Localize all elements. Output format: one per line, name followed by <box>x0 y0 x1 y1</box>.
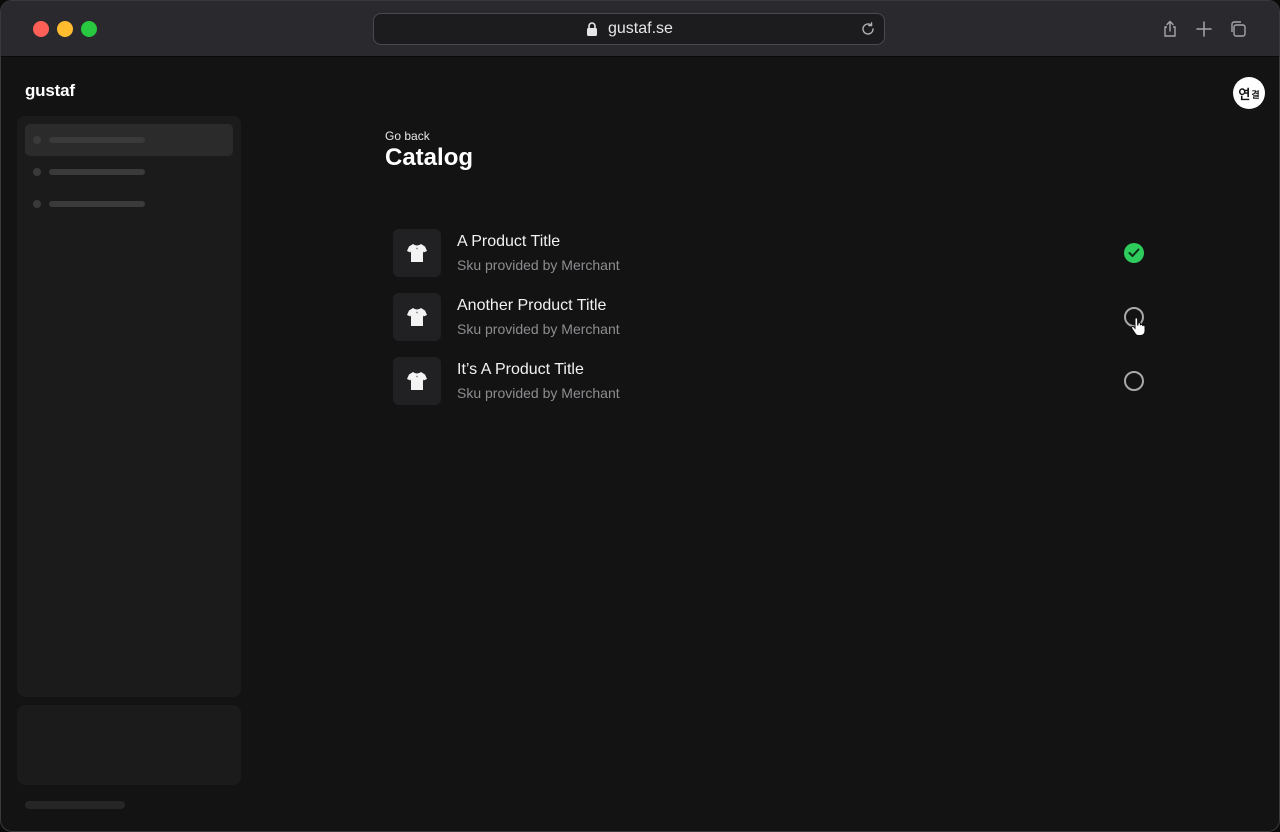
product-title: Another Product Title <box>457 297 607 314</box>
product-row[interactable]: It’s A Product Title Sku provided by Mer… <box>393 357 1153 405</box>
product-row[interactable]: A Product Title Sku provided by Merchant <box>393 229 1153 277</box>
tshirt-icon <box>407 244 427 262</box>
product-select-checkbox[interactable] <box>1124 371 1144 391</box>
product-thumbnail <box>393 229 441 277</box>
sidebar-item-skeleton-label <box>49 137 145 143</box>
product-sku: Sku provided by Merchant <box>457 257 620 273</box>
product-row[interactable]: Another Product Title Sku provided by Me… <box>393 293 1153 341</box>
url-text: gustaf.se <box>608 20 673 37</box>
sidebar <box>17 116 241 697</box>
sidebar-item-skeleton-label <box>49 201 145 207</box>
sidebar-bottom-skeleton <box>25 801 125 809</box>
avatar-text-small: 결 <box>1251 91 1260 101</box>
sidebar-item-placeholder[interactable] <box>25 156 233 188</box>
sidebar-item-placeholder[interactable] <box>25 124 233 156</box>
lock-icon <box>587 22 597 36</box>
sidebar-item-dot <box>33 168 41 176</box>
avatar[interactable]: 연결 <box>1233 77 1265 109</box>
product-select-checkbox[interactable] <box>1124 243 1144 263</box>
sidebar-item-skeleton-label <box>49 169 145 175</box>
maximize-window-button[interactable] <box>81 21 97 37</box>
product-title: A Product Title <box>457 233 561 250</box>
check-icon <box>1128 248 1140 257</box>
sidebar-footer-panel <box>17 705 241 785</box>
sidebar-item-dot <box>33 200 41 208</box>
product-title: It’s A Product Title <box>457 361 584 378</box>
browser-window: gustaf.se gustaf 연결 Go back Catalog A Pr… <box>0 0 1280 832</box>
product-thumbnail <box>393 293 441 341</box>
close-window-button[interactable] <box>33 21 49 37</box>
tshirt-icon <box>407 372 427 390</box>
product-sku: Sku provided by Merchant <box>457 321 620 337</box>
sidebar-item-placeholder[interactable] <box>25 188 233 220</box>
browser-toolbar: gustaf.se <box>1 1 1279 57</box>
avatar-text: 연 <box>1238 87 1251 103</box>
sidebar-item-dot <box>33 136 41 144</box>
go-back-link[interactable]: Go back <box>385 129 430 143</box>
share-icon[interactable] <box>1161 20 1179 38</box>
address-bar[interactable]: gustaf.se <box>373 13 885 45</box>
hand-cursor-icon <box>1131 317 1146 336</box>
new-tab-icon[interactable] <box>1195 20 1213 38</box>
page-title: Catalog <box>385 144 474 171</box>
product-sku: Sku provided by Merchant <box>457 385 620 401</box>
minimize-window-button[interactable] <box>57 21 73 37</box>
product-thumbnail <box>393 357 441 405</box>
tabs-overview-icon[interactable] <box>1229 20 1247 38</box>
reload-icon[interactable] <box>860 21 876 37</box>
brand-logo[interactable]: gustaf <box>25 81 75 101</box>
tshirt-icon <box>407 308 427 326</box>
